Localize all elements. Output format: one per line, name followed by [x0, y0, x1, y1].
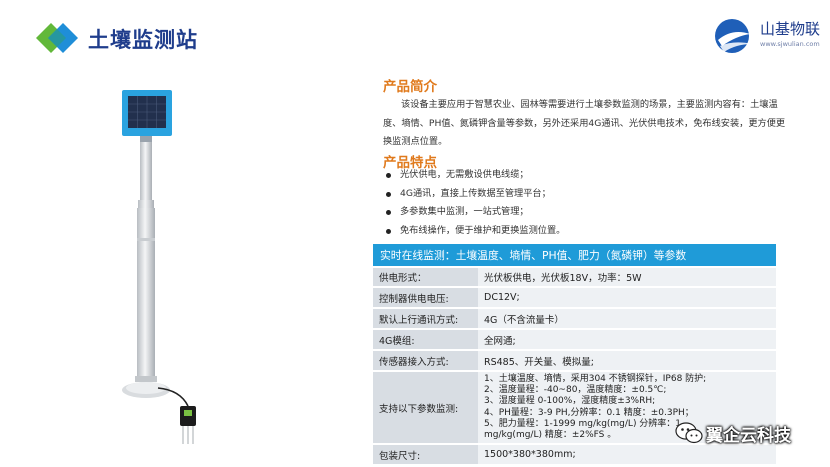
- feature-item: 免布线操作，便于维护和更换监测位置。: [383, 222, 565, 241]
- spec-label: 支持以下参数监测:: [373, 371, 478, 446]
- intro-title: 产品简介: [383, 79, 437, 95]
- spec-table-header: 实时在线监测：土壤温度、墒情、PH值、肥力（氮磷钾）等参数: [373, 244, 776, 268]
- feature-item: 光伏供电，无需敷设供电线缆；: [383, 166, 565, 185]
- intro-text: 该设备主要应用于智慧农业、园林等需要进行土壤参数监测的场景，主要监测内容有：土壤…: [383, 99, 786, 147]
- company-name: 山基物联: [760, 20, 821, 38]
- wechat-icon: [675, 422, 703, 444]
- spec-label: 传感器接入方式:: [373, 350, 478, 372]
- spec-label: 默认上行通讯方式:: [373, 308, 478, 330]
- feature-item: 多参数集中监测，一站式管理；: [383, 203, 565, 222]
- spec-value: 光伏板供电，光伏板18V，功率：5W: [478, 267, 776, 288]
- spec-label: 包装尺寸:: [373, 444, 478, 467]
- table-row: 控制器供电电压: DC12V;: [373, 287, 776, 309]
- company-logo-icon: [715, 19, 752, 53]
- company-url: www.sjwulian.com: [760, 40, 820, 48]
- spec-value: RS485、开关量、模拟量;: [478, 350, 776, 372]
- table-row: 供电形式： 光伏板供电，光伏板18V，功率：5W: [373, 267, 776, 288]
- param-line: 3、湿度量程 0-100%，湿度精度±3%RH;: [484, 396, 656, 407]
- feature-item: 4G通讯，直接上传数据至管理平台；: [383, 185, 565, 204]
- spec-label: 4G模组:: [373, 329, 478, 351]
- watermark: 翼企云科技: [672, 416, 812, 450]
- param-line: 1、土壤温度、墒情，采用304 不锈钢探针，IP68 防护;: [484, 374, 707, 384]
- brand-diamond-logo-icon: [36, 23, 78, 53]
- company-logo: 山基物联 www.sjwulian.com: [712, 14, 822, 58]
- watermark-text: 翼企云科技: [706, 426, 791, 446]
- soil-station-device-image: [122, 90, 196, 444]
- spec-value: 4G（不含流量卡）: [478, 308, 776, 330]
- spec-value: DC12V;: [478, 287, 776, 309]
- table-row: 默认上行通讯方式: 4G（不含流量卡）: [373, 308, 776, 330]
- page-title: 土壤监测站: [88, 28, 198, 52]
- spec-label: 控制器供电电压:: [373, 287, 478, 309]
- features-list: 光伏供电，无需敷设供电线缆； 4G通讯，直接上传数据至管理平台； 多参数集中监测…: [383, 166, 565, 240]
- spec-label: 供电形式：: [373, 267, 478, 288]
- table-row: 4G模组: 全网通;: [373, 329, 776, 351]
- spec-value: 全网通;: [478, 329, 776, 351]
- param-line: 2、温度量程：-40~80，温度精度：±0.5℃;: [484, 385, 667, 396]
- table-row: 传感器接入方式: RS485、开关量、模拟量;: [373, 350, 776, 372]
